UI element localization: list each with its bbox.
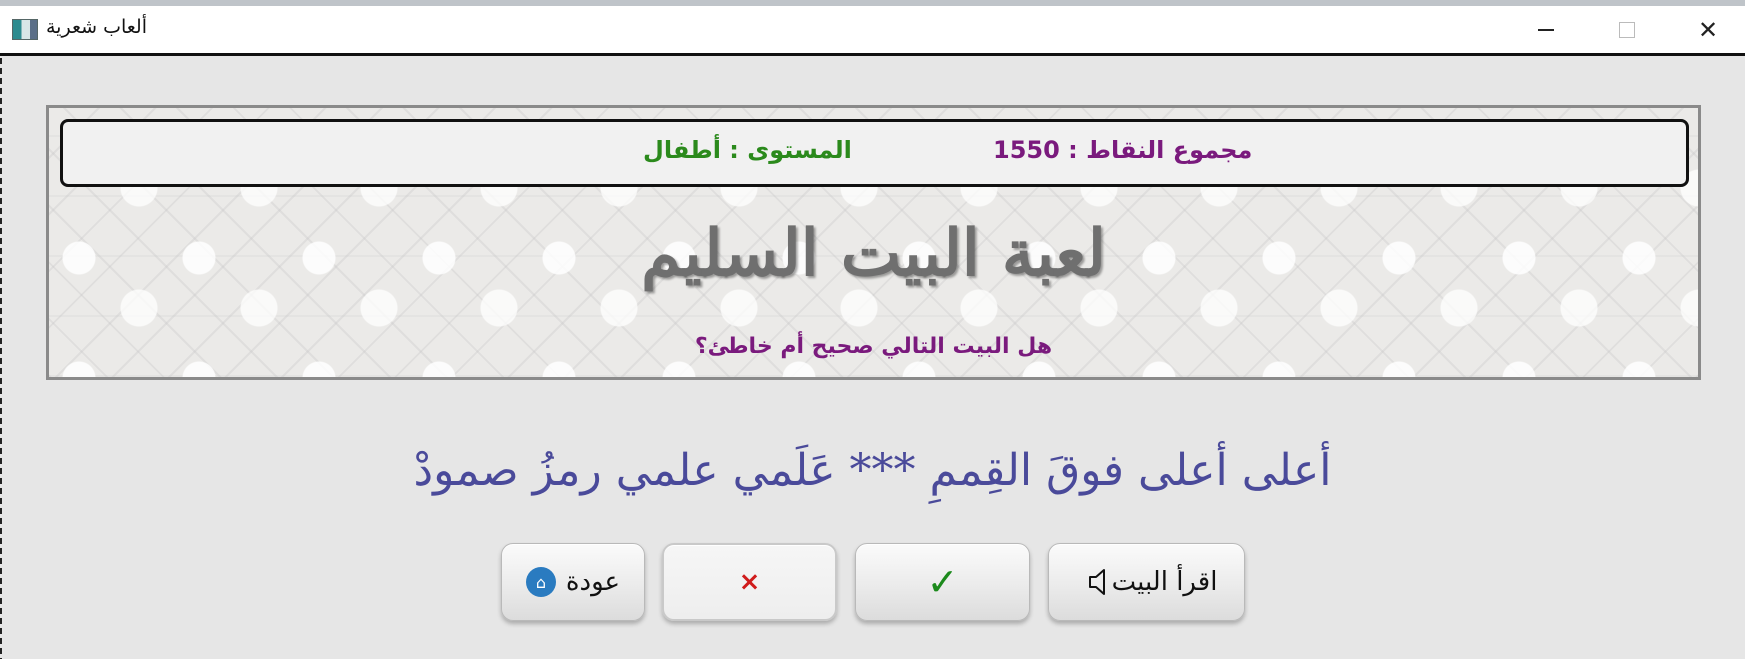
home-icon: ⌂: [525, 567, 556, 597]
speaker-icon: [1088, 567, 1112, 597]
minimize-icon: [1538, 28, 1554, 31]
read-verse-button[interactable]: اقرأ البيت: [1048, 543, 1245, 621]
level-label: المستوى : أطفال: [643, 136, 852, 164]
question-text: هل البيت التالي صحيح أم خاطئ؟: [694, 334, 1053, 359]
wrong-button[interactable]: ×: [662, 543, 837, 621]
window-titlebar: ألعاب شعرية ✕: [0, 6, 1745, 56]
window-title: ألعاب شعرية: [46, 16, 147, 38]
verse-text: أعلى أعلى فوقَ القِممِ *** عَلَمي علمي ر…: [413, 445, 1332, 496]
correct-button[interactable]: ✓: [855, 543, 1030, 621]
close-icon: ✕: [1697, 15, 1719, 44]
back-button[interactable]: عودة ⌂: [501, 543, 645, 621]
game-header-panel: مجموع النقاط : 1550 المستوى : أطفال لعبة…: [46, 105, 1701, 380]
maximize-icon: [1619, 21, 1635, 38]
window-border-left: [0, 58, 2, 659]
game-title: لعبة البيت السليم: [641, 216, 1106, 291]
app-icon: [12, 19, 38, 40]
score-label: مجموع النقاط : 1550: [993, 136, 1253, 164]
status-box: مجموع النقاط : 1550 المستوى : أطفال: [60, 119, 1689, 187]
maximize-button[interactable]: [1591, 6, 1663, 53]
read-verse-label: اقرأ البيت: [1111, 567, 1218, 597]
cross-icon: ×: [738, 567, 761, 597]
minimize-button[interactable]: [1510, 6, 1582, 53]
close-button[interactable]: ✕: [1672, 6, 1744, 53]
check-icon: ✓: [926, 560, 959, 604]
back-label: عودة: [565, 567, 621, 597]
